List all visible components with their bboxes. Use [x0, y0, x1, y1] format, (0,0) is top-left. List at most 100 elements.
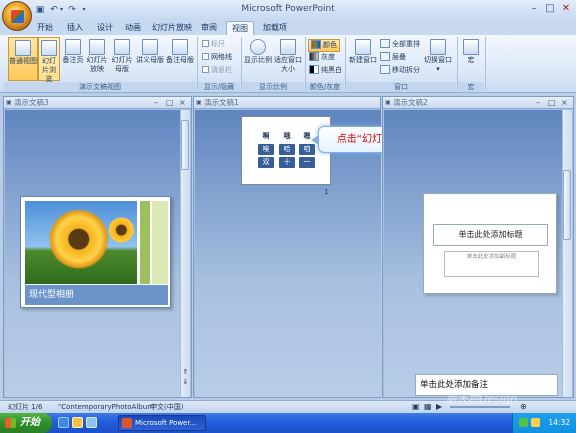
doc2-vertical-scrollbar[interactable]	[562, 110, 572, 397]
handout-master-button[interactable]: 讲义母版	[136, 37, 164, 81]
close-icon[interactable]: ✕	[558, 2, 574, 16]
arrange-all-icon	[380, 39, 390, 48]
zoom-group-label: 显示比例	[242, 82, 304, 92]
doc2-minimize-icon[interactable]: –	[536, 97, 540, 109]
show-desktop-icon[interactable]	[86, 417, 97, 428]
slide-thumbnail[interactable]: 现代型相册	[20, 196, 171, 308]
message-bar-label: 消息栏	[211, 66, 232, 74]
doc2-maximize-icon[interactable]: □	[548, 97, 556, 109]
subtitle-placeholder[interactable]: 单击此处添加副标题	[444, 251, 539, 277]
show-hide-group-label: 显示/隐藏	[198, 82, 240, 92]
normal-view-button[interactable]: 普通视图	[8, 37, 38, 81]
ruler-checkbox[interactable]: 标尺	[202, 39, 225, 50]
tab-insert[interactable]: 插入	[64, 21, 86, 35]
fit-to-window-button[interactable]: 适应窗口大小	[274, 37, 302, 81]
tab-home[interactable]: 开始	[34, 21, 56, 35]
minimize-icon[interactable]: –	[526, 2, 542, 16]
slide-master-label: 幻灯片母版	[111, 56, 133, 73]
taskbar-item-label: Microsoft Power...	[135, 419, 197, 427]
glyph-cell: 十	[279, 157, 295, 168]
slideshow-button[interactable]: 幻灯片放映	[86, 37, 108, 81]
views-group-label: 演示文稿视图	[4, 82, 196, 92]
black-white-button[interactable]: 纯黑白	[309, 65, 342, 76]
doc3-minimize-icon[interactable]: –	[154, 97, 158, 109]
slide-editing-canvas[interactable]: 单击此处添加标题 单击此处添加副标题	[423, 193, 557, 294]
glyph-cell: 哈	[279, 144, 295, 155]
color-button[interactable]: 颜色	[308, 39, 340, 52]
zoom-slider[interactable]	[450, 406, 510, 408]
doc3-close-icon[interactable]: ×	[179, 97, 186, 109]
magnifier-icon	[250, 39, 266, 55]
slide-sorter-button[interactable]: 幻灯片浏览	[38, 37, 60, 83]
doc3-maximize-icon[interactable]: □	[166, 97, 174, 109]
tray-volume-icon[interactable]	[531, 418, 540, 427]
zoom-in-icon[interactable]: ⊕	[520, 402, 527, 412]
new-window-button[interactable]: 新建窗口	[348, 37, 378, 81]
tray-network-icon[interactable]	[519, 418, 528, 427]
doc2-close-icon[interactable]: ×	[561, 97, 568, 109]
tab-design[interactable]: 设计	[94, 21, 116, 35]
macro-button[interactable]: 宏	[460, 37, 482, 81]
chevron-down-icon: ▾	[436, 65, 440, 73]
tab-view[interactable]: 视图	[226, 21, 254, 35]
color-group-label: 颜色/灰度	[306, 82, 344, 92]
notes-page-icon	[65, 39, 81, 55]
start-button[interactable]: 开始	[0, 413, 52, 433]
taskbar-item-powerpoint[interactable]: Microsoft Power...	[118, 415, 206, 431]
gridlines-checkbox[interactable]: 网格线	[202, 52, 232, 63]
switch-window-button[interactable]: 切换窗口 ▾	[422, 37, 454, 81]
normal-view-icon[interactable]: ▣	[412, 402, 420, 412]
doc2-scroll-thumb[interactable]	[563, 170, 571, 240]
notes-master-label: 备注母版	[166, 56, 194, 64]
move-split-icon	[380, 65, 390, 74]
tab-animations[interactable]: 动画	[122, 21, 144, 35]
notes-page-button[interactable]: 备注页	[62, 37, 84, 81]
pp-doc-icon: ▣	[6, 99, 12, 106]
folder-icon[interactable]	[72, 417, 83, 428]
system-tray: 14:32	[512, 413, 576, 433]
slide-1-thumbnail[interactable]: 啊 哦 嗯 唉 哈 咱 双 十 一	[241, 116, 331, 185]
slide-number: 1	[324, 188, 329, 196]
slideshow-icon[interactable]: ▶	[436, 402, 442, 412]
move-split-button[interactable]: 移动拆分	[380, 65, 420, 76]
notes-master-button[interactable]: 备注母版	[166, 37, 194, 81]
prev-slide-icon[interactable]: ⇑	[181, 368, 190, 377]
new-window-label: 新建窗口	[349, 56, 377, 64]
ie-icon[interactable]	[58, 417, 69, 428]
sunflower-photo	[25, 201, 137, 284]
doc3-scroll-thumb[interactable]	[181, 120, 189, 170]
tab-review[interactable]: 审阅	[198, 21, 220, 35]
handout-master-icon	[142, 39, 158, 55]
black-white-icon	[309, 65, 319, 74]
window-group-label: 窗口	[346, 82, 456, 92]
cascade-button[interactable]: 层叠	[380, 52, 406, 63]
macro-group-label: 宏	[458, 82, 484, 92]
grayscale-button[interactable]: 灰度	[309, 52, 335, 63]
slide-sorter-icon	[41, 40, 57, 56]
slide-sorter-label: 幻灯片浏览	[42, 57, 56, 83]
document-window-2-title: 演示文稿2	[393, 98, 428, 107]
document-window-2-titlebar[interactable]: 演示文稿2 ▣ – □ ×	[383, 97, 573, 109]
watermark: 新天地Design	[446, 392, 517, 405]
decorative-stripe	[152, 201, 168, 284]
macro-label: 宏	[467, 56, 475, 64]
doc3-vertical-scrollbar[interactable]: ⇑ ⇓	[180, 110, 190, 397]
cascade-icon	[380, 52, 390, 61]
cascade-label: 层叠	[392, 53, 406, 61]
next-slide-icon[interactable]: ⇓	[181, 378, 190, 387]
tab-slideshow[interactable]: 幻灯片放映	[152, 21, 192, 35]
office-button[interactable]	[2, 1, 32, 31]
clock[interactable]: 14:32	[548, 418, 570, 427]
tab-addins[interactable]: 加载项	[260, 21, 290, 35]
slide-master-button[interactable]: 幻灯片母版	[110, 37, 134, 81]
move-split-label: 移动拆分	[392, 66, 420, 74]
zoom-button[interactable]: 显示比例	[244, 37, 272, 81]
document-window-3-titlebar[interactable]: 演示文稿3 ▣ – □ ×	[4, 97, 191, 109]
message-bar-checkbox[interactable]: 消息栏	[202, 65, 232, 76]
arrange-all-button[interactable]: 全部重排	[380, 39, 420, 50]
document-window-1-titlebar[interactable]: 演示文稿1 ▣	[194, 97, 380, 109]
slide-sorter-icon[interactable]: ▦	[424, 402, 432, 412]
title-placeholder[interactable]: 单击此处添加标题	[433, 224, 548, 246]
gridlines-checkbox-box	[202, 53, 209, 60]
maximize-icon[interactable]: □	[542, 2, 558, 16]
